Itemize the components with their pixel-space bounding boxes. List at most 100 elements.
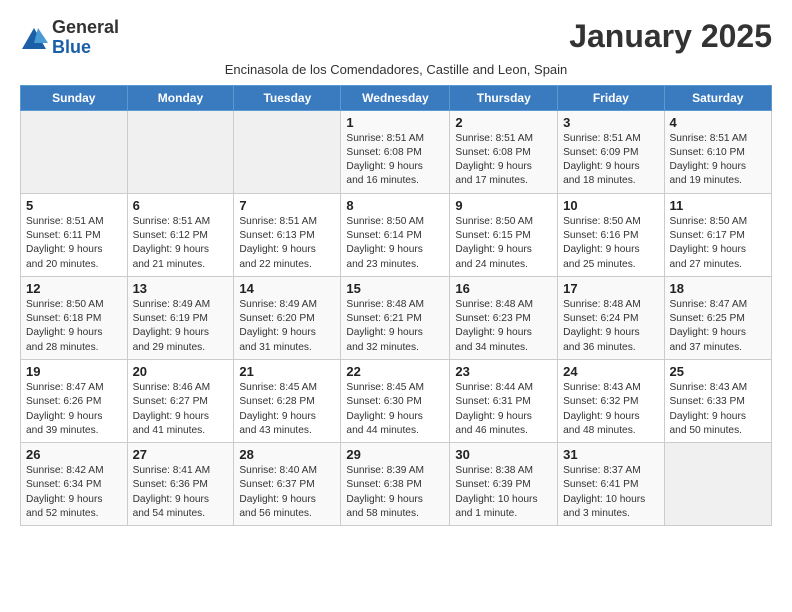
day-number: 15	[346, 281, 444, 296]
day-info: Sunrise: 8:45 AM Sunset: 6:28 PM Dayligh…	[239, 381, 335, 438]
day-info: Sunrise: 8:41 AM Sunset: 6:36 PM Dayligh…	[133, 464, 229, 521]
day-info: Sunrise: 8:50 AM Sunset: 6:17 PM Dayligh…	[670, 215, 766, 272]
weekday-header-friday: Friday	[558, 85, 664, 110]
day-number: 22	[346, 364, 444, 379]
day-info: Sunrise: 8:42 AM Sunset: 6:34 PM Dayligh…	[26, 464, 122, 521]
calendar-cell: 10 Sunrise: 8:50 AM Sunset: 6:16 PM Dayli…	[558, 193, 664, 276]
day-info: Sunrise: 8:51 AM Sunset: 6:12 PM Dayligh…	[133, 215, 229, 272]
calendar-cell: 25 Sunrise: 8:43 AM Sunset: 6:33 PM Dayli…	[664, 359, 771, 442]
day-info: Sunrise: 8:50 AM Sunset: 6:15 PM Dayligh…	[455, 215, 552, 272]
day-info: Sunrise: 8:49 AM Sunset: 6:19 PM Dayligh…	[133, 298, 229, 355]
day-number: 24	[563, 364, 658, 379]
calendar-cell: 5Sunrise: 8:51 AM Sunset: 6:11 PM Daylig…	[21, 193, 128, 276]
calendar-cell	[234, 110, 341, 193]
day-info: Sunrise: 8:47 AM Sunset: 6:25 PM Dayligh…	[670, 298, 766, 355]
calendar-week-4: 19 Sunrise: 8:47 AM Sunset: 6:26 PM Dayli…	[21, 359, 772, 442]
day-info: Sunrise: 8:50 AM Sunset: 6:16 PM Dayligh…	[563, 215, 658, 272]
logo-icon	[20, 25, 48, 53]
day-number: 31	[563, 447, 658, 462]
calendar-cell: 14Sunrise: 8:49 AM Sunset: 6:20 PM Dayli…	[234, 276, 341, 359]
calendar-cell: 18 Sunrise: 8:47 AM Sunset: 6:25 PM Dayli…	[664, 276, 771, 359]
day-number: 5	[26, 198, 122, 213]
calendar-cell: 23 Sunrise: 8:44 AM Sunset: 6:31 PM Dayli…	[450, 359, 558, 442]
weekday-header-saturday: Saturday	[664, 85, 771, 110]
day-info: Sunrise: 8:40 AM Sunset: 6:37 PM Dayligh…	[239, 464, 335, 521]
day-number: 7	[239, 198, 335, 213]
day-number: 12	[26, 281, 122, 296]
calendar-cell: 29Sunrise: 8:39 AM Sunset: 6:38 PM Dayli…	[341, 443, 450, 526]
day-number: 16	[455, 281, 552, 296]
calendar-cell: 8Sunrise: 8:50 AM Sunset: 6:14 PM Daylig…	[341, 193, 450, 276]
calendar-cell: 26 Sunrise: 8:42 AM Sunset: 6:34 PM Dayli…	[21, 443, 128, 526]
calendar-table: SundayMondayTuesdayWednesdayThursdayFrid…	[20, 85, 772, 527]
weekday-header-thursday: Thursday	[450, 85, 558, 110]
calendar-week-3: 12 Sunrise: 8:50 AM Sunset: 6:18 PM Dayli…	[21, 276, 772, 359]
day-info: Sunrise: 8:51 AM Sunset: 6:09 PM Dayligh…	[563, 132, 658, 189]
day-number: 19	[26, 364, 122, 379]
day-info: Sunrise: 8:50 AM Sunset: 6:14 PM Dayligh…	[346, 215, 444, 272]
day-info: Sunrise: 8:48 AM Sunset: 6:23 PM Dayligh…	[455, 298, 552, 355]
day-info: Sunrise: 8:38 AM Sunset: 6:39 PM Dayligh…	[455, 464, 552, 521]
calendar-cell: 15 Sunrise: 8:48 AM Sunset: 6:21 PM Dayli…	[341, 276, 450, 359]
calendar-cell: 22Sunrise: 8:45 AM Sunset: 6:30 PM Dayli…	[341, 359, 450, 442]
calendar-page: General Blue January 2025 Encinasola de …	[0, 0, 792, 544]
logo-blue: Blue	[52, 38, 119, 58]
day-number: 27	[133, 447, 229, 462]
day-info: Sunrise: 8:47 AM Sunset: 6:26 PM Dayligh…	[26, 381, 122, 438]
day-number: 17	[563, 281, 658, 296]
calendar-cell: 7 Sunrise: 8:51 AM Sunset: 6:13 PM Daylig…	[234, 193, 341, 276]
day-number: 30	[455, 447, 552, 462]
day-number: 18	[670, 281, 766, 296]
day-number: 2	[455, 115, 552, 130]
weekday-header-sunday: Sunday	[21, 85, 128, 110]
calendar-cell: 19 Sunrise: 8:47 AM Sunset: 6:26 PM Dayli…	[21, 359, 128, 442]
day-info: Sunrise: 8:51 AM Sunset: 6:08 PM Dayligh…	[455, 132, 552, 189]
day-number: 23	[455, 364, 552, 379]
calendar-cell: 31 Sunrise: 8:37 AM Sunset: 6:41 PM Dayli…	[558, 443, 664, 526]
title-block: January 2025	[569, 18, 772, 55]
weekday-header-tuesday: Tuesday	[234, 85, 341, 110]
day-number: 29	[346, 447, 444, 462]
day-info: Sunrise: 8:48 AM Sunset: 6:21 PM Dayligh…	[346, 298, 444, 355]
calendar-cell: 11 Sunrise: 8:50 AM Sunset: 6:17 PM Dayli…	[664, 193, 771, 276]
calendar-cell: 12 Sunrise: 8:50 AM Sunset: 6:18 PM Dayli…	[21, 276, 128, 359]
calendar-cell: 21 Sunrise: 8:45 AM Sunset: 6:28 PM Dayli…	[234, 359, 341, 442]
day-number: 13	[133, 281, 229, 296]
day-number: 21	[239, 364, 335, 379]
calendar-cell: 3 Sunrise: 8:51 AM Sunset: 6:09 PM Daylig…	[558, 110, 664, 193]
calendar-cell: 9 Sunrise: 8:50 AM Sunset: 6:15 PM Daylig…	[450, 193, 558, 276]
calendar-cell	[21, 110, 128, 193]
day-number: 10	[563, 198, 658, 213]
day-number: 9	[455, 198, 552, 213]
calendar-cell: 6 Sunrise: 8:51 AM Sunset: 6:12 PM Daylig…	[127, 193, 234, 276]
day-info: Sunrise: 8:44 AM Sunset: 6:31 PM Dayligh…	[455, 381, 552, 438]
day-info: Sunrise: 8:43 AM Sunset: 6:32 PM Dayligh…	[563, 381, 658, 438]
day-info: Sunrise: 8:50 AM Sunset: 6:18 PM Dayligh…	[26, 298, 122, 355]
calendar-cell: 1 Sunrise: 8:51 AM Sunset: 6:08 PM Daylig…	[341, 110, 450, 193]
calendar-cell: 2 Sunrise: 8:51 AM Sunset: 6:08 PM Daylig…	[450, 110, 558, 193]
day-number: 25	[670, 364, 766, 379]
calendar-week-5: 26 Sunrise: 8:42 AM Sunset: 6:34 PM Dayli…	[21, 443, 772, 526]
weekday-header-monday: Monday	[127, 85, 234, 110]
calendar-cell	[664, 443, 771, 526]
day-info: Sunrise: 8:51 AM Sunset: 6:13 PM Dayligh…	[239, 215, 335, 272]
logo: General Blue	[20, 18, 119, 58]
weekday-header-wednesday: Wednesday	[341, 85, 450, 110]
logo-text: General Blue	[52, 18, 119, 58]
day-info: Sunrise: 8:43 AM Sunset: 6:33 PM Dayligh…	[670, 381, 766, 438]
day-info: Sunrise: 8:37 AM Sunset: 6:41 PM Dayligh…	[563, 464, 658, 521]
month-title: January 2025	[569, 18, 772, 55]
day-number: 6	[133, 198, 229, 213]
day-number: 4	[670, 115, 766, 130]
day-number: 3	[563, 115, 658, 130]
day-info: Sunrise: 8:48 AM Sunset: 6:24 PM Dayligh…	[563, 298, 658, 355]
calendar-subtitle: Encinasola de los Comendadores, Castille…	[20, 62, 772, 77]
calendar-cell	[127, 110, 234, 193]
day-number: 11	[670, 198, 766, 213]
day-number: 26	[26, 447, 122, 462]
calendar-cell: 27 Sunrise: 8:41 AM Sunset: 6:36 PM Dayli…	[127, 443, 234, 526]
logo-general: General	[52, 18, 119, 38]
day-info: Sunrise: 8:51 AM Sunset: 6:08 PM Dayligh…	[346, 132, 444, 189]
day-number: 20	[133, 364, 229, 379]
day-number: 1	[346, 115, 444, 130]
